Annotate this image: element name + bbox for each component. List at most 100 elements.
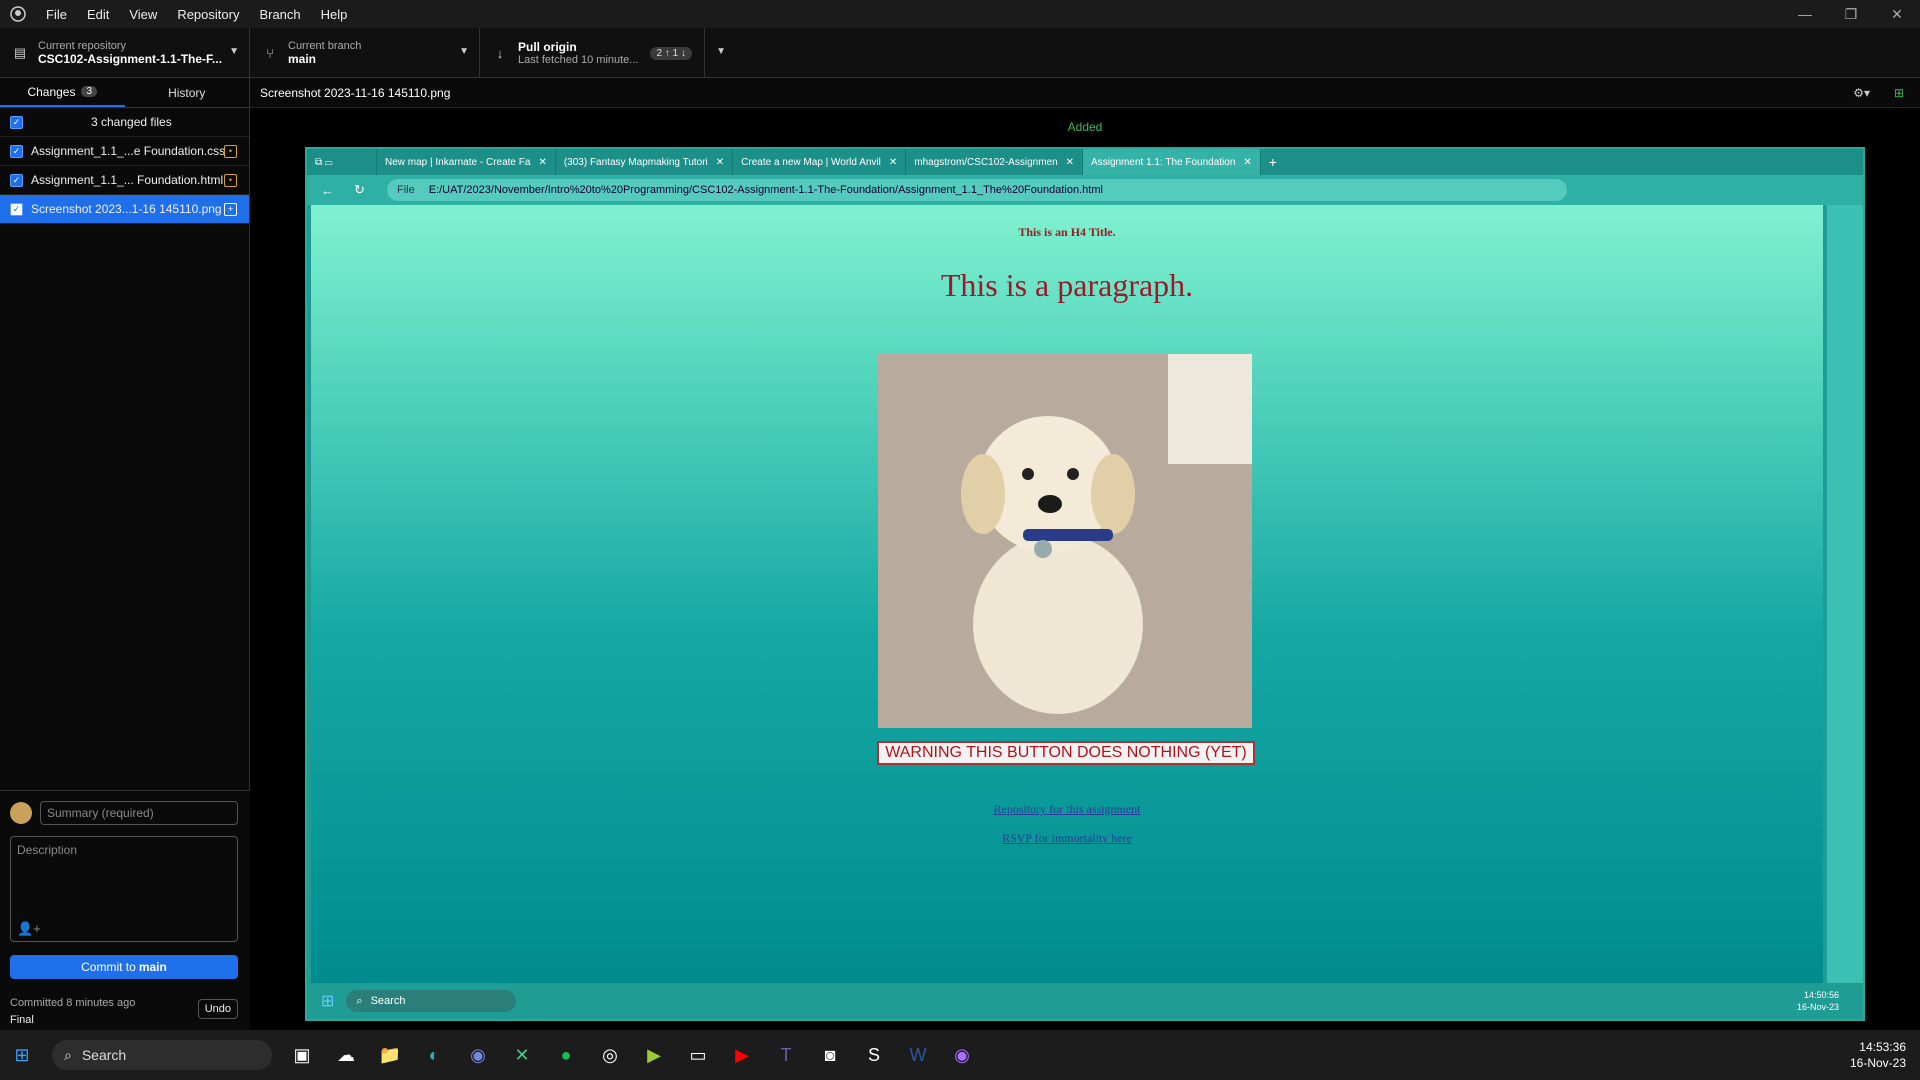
avatar [10,802,32,824]
spotify-icon[interactable]: ● [544,1030,588,1080]
file-name: Screenshot 2023...1-16 145110.png [31,202,222,216]
rsvp-link[interactable]: RSVP for immortality here [311,831,1823,846]
added-icon: + [224,202,237,216]
browser-tab[interactable]: Create a new Map | World Anvil ✕ [733,149,907,175]
close-icon[interactable]: ✕ [1066,157,1074,168]
teams-icon[interactable]: T [764,1030,808,1080]
inner-search-label: Search [370,995,406,1007]
obs-icon[interactable]: ◎ [588,1030,632,1080]
browser-tab-label: Assignment 1.1: The Foundation [1091,156,1236,168]
app-icon[interactable]: S [852,1030,896,1080]
tab-actions-icon[interactable]: ⧉ ▭ [307,149,377,175]
close-icon[interactable]: ✕ [716,157,724,168]
close-icon[interactable]: ✕ [1874,0,1920,28]
commit-panel: Summary (required) Description 👤+ Commit … [0,790,250,1030]
tab-changes-label: Changes [27,84,76,99]
github-icon [0,6,36,22]
windows-start-icon[interactable]: ⊞ [0,1030,44,1080]
file-row[interactable]: ✓ Assignment_1.1_... Foundation.html • [0,166,249,195]
chevron-down-icon[interactable]: ▼ [716,46,726,57]
menu-branch[interactable]: Branch [249,7,310,22]
last-commit-time: Committed 8 minutes ago [10,997,136,1009]
discord-icon[interactable]: ◉ [456,1030,500,1080]
tab-history-label: History [168,85,206,100]
repo-icon: ▤ [13,45,27,60]
browser-sidebar [1827,205,1863,983]
new-tab-icon[interactable]: + [1261,149,1285,175]
browser-tab[interactable]: New map | Inkarnate - Create Fa ✕ [377,149,556,175]
refresh-icon[interactable]: ↻ [354,182,365,198]
browser-tab-active[interactable]: Assignment 1.1: The Foundation ✕ [1083,149,1261,175]
app-icon[interactable]: ◙ [808,1030,852,1080]
add-coauthor-icon[interactable]: 👤+ [17,921,41,937]
close-icon[interactable]: ✕ [538,157,546,168]
oculus-icon[interactable]: ▭ [676,1030,720,1080]
app-icon[interactable]: ▶ [632,1030,676,1080]
pull-origin-button[interactable]: ↓ Pull origin Last fetched 10 minute... 2… [480,28,726,78]
github-desktop-icon[interactable]: ◉ [940,1030,984,1080]
youtube-icon[interactable]: ▶ [720,1030,764,1080]
inner-taskbar: ⊞ ⌕ Search 14:50:56 16-Nov-23 [307,983,1863,1019]
clock-time: 14:53:36 [1859,1040,1906,1054]
menu-file[interactable]: File [36,7,77,22]
search-icon: ⌕ [64,1046,72,1063]
title-bar: File Edit View Repository Branch Help — … [0,0,1920,28]
description-input[interactable]: Description 👤+ [10,836,238,942]
file-explorer-icon[interactable]: 📁 [368,1030,412,1080]
select-all-row[interactable]: ✓ 3 changed files [0,108,249,137]
repository-link[interactable]: Repository for this assignment [311,802,1823,817]
arrow-down-icon: ↓ [496,45,504,61]
checkbox[interactable]: ✓ [10,144,23,158]
clock-date: 16-Nov-23 [1849,1056,1906,1070]
system-clock[interactable]: 14:53:36 16-Nov-23 [1850,1039,1906,1071]
edge-icon[interactable]: ◐ [412,1030,456,1080]
commit-button[interactable]: Commit to main [10,955,238,979]
back-icon[interactable]: ← [321,183,334,198]
summary-input[interactable]: Summary (required) [40,801,238,825]
checkbox[interactable]: ✓ [10,115,23,129]
last-commit-message: Final [10,1014,34,1026]
chevron-down-icon: ▼ [459,46,469,57]
browser-tab-label: Create a new Map | World Anvil [741,156,881,168]
page-h4: This is an H4 Title. [1018,225,1116,239]
diff-header: Screenshot 2023-11-16 145110.png ⚙▾ ⊞ [250,78,1920,108]
close-icon[interactable]: ✕ [1243,157,1251,168]
file-row[interactable]: ✓ Screenshot 2023...1-16 145110.png + [0,195,249,224]
pull-sub: Last fetched 10 minute... [518,54,639,66]
image-preview: ⧉ ▭ New map | Inkarnate - Create Fa ✕ (30… [305,147,1865,1021]
checkbox[interactable]: ✓ [10,202,23,216]
taskbar-search-label: Search [81,1047,127,1063]
file-row[interactable]: ✓ Assignment_1.1_...e Foundation.css • [0,137,249,166]
browser-tab[interactable]: mhagstrom/CSC102-Assignmen ✕ [906,149,1084,175]
url-input[interactable]: File E:/UAT/2023/November/Intro%20to%20Pr… [387,179,1567,201]
checkbox[interactable]: ✓ [10,173,23,187]
restore-icon[interactable]: ❐ [1828,0,1874,28]
weather-icon[interactable]: ☁ [324,1030,368,1080]
menu-edit[interactable]: Edit [77,7,119,22]
gear-icon[interactable]: ⚙▾ [1853,86,1870,100]
chevron-down-icon: ▼ [229,46,239,57]
repo-label: Current repository [38,40,127,52]
close-icon[interactable]: ✕ [889,157,897,168]
browser-tab-label: (303) Fantasy Mapmaking Tutori [563,156,708,168]
word-icon[interactable]: W [896,1030,940,1080]
menu-help[interactable]: Help [311,7,358,22]
browser-tab[interactable]: (303) Fantasy Mapmaking Tutori ✕ [556,149,734,175]
tab-history[interactable]: History [125,78,250,107]
commit-button-prefix: Commit to [81,960,136,974]
current-branch-button[interactable]: ⑂ Current branch main ▼ [250,28,480,78]
task-view-icon[interactable]: ▣ [280,1030,324,1080]
xbox-icon[interactable]: ✕ [500,1030,544,1080]
current-repository-button[interactable]: ▤ Current repository CSC102-Assignment-1.… [0,28,250,78]
warning-button[interactable]: WARNING THIS BUTTON DOES NOTHING (YET) [877,741,1255,765]
pull-label: Pull origin [518,40,577,54]
file-name: Assignment_1.1_...e Foundation.css [31,144,226,158]
menu-repository[interactable]: Repository [167,7,249,22]
tab-changes[interactable]: Changes 3 [0,78,125,107]
undo-button[interactable]: Undo [197,999,238,1019]
menu-view[interactable]: View [119,7,167,22]
taskbar-search[interactable]: ⌕ Search [52,1040,272,1070]
inner-search[interactable]: ⌕ Search [346,990,517,1012]
windows-icon[interactable]: ⊞ [321,991,334,1011]
minimize-icon[interactable]: — [1782,0,1828,28]
